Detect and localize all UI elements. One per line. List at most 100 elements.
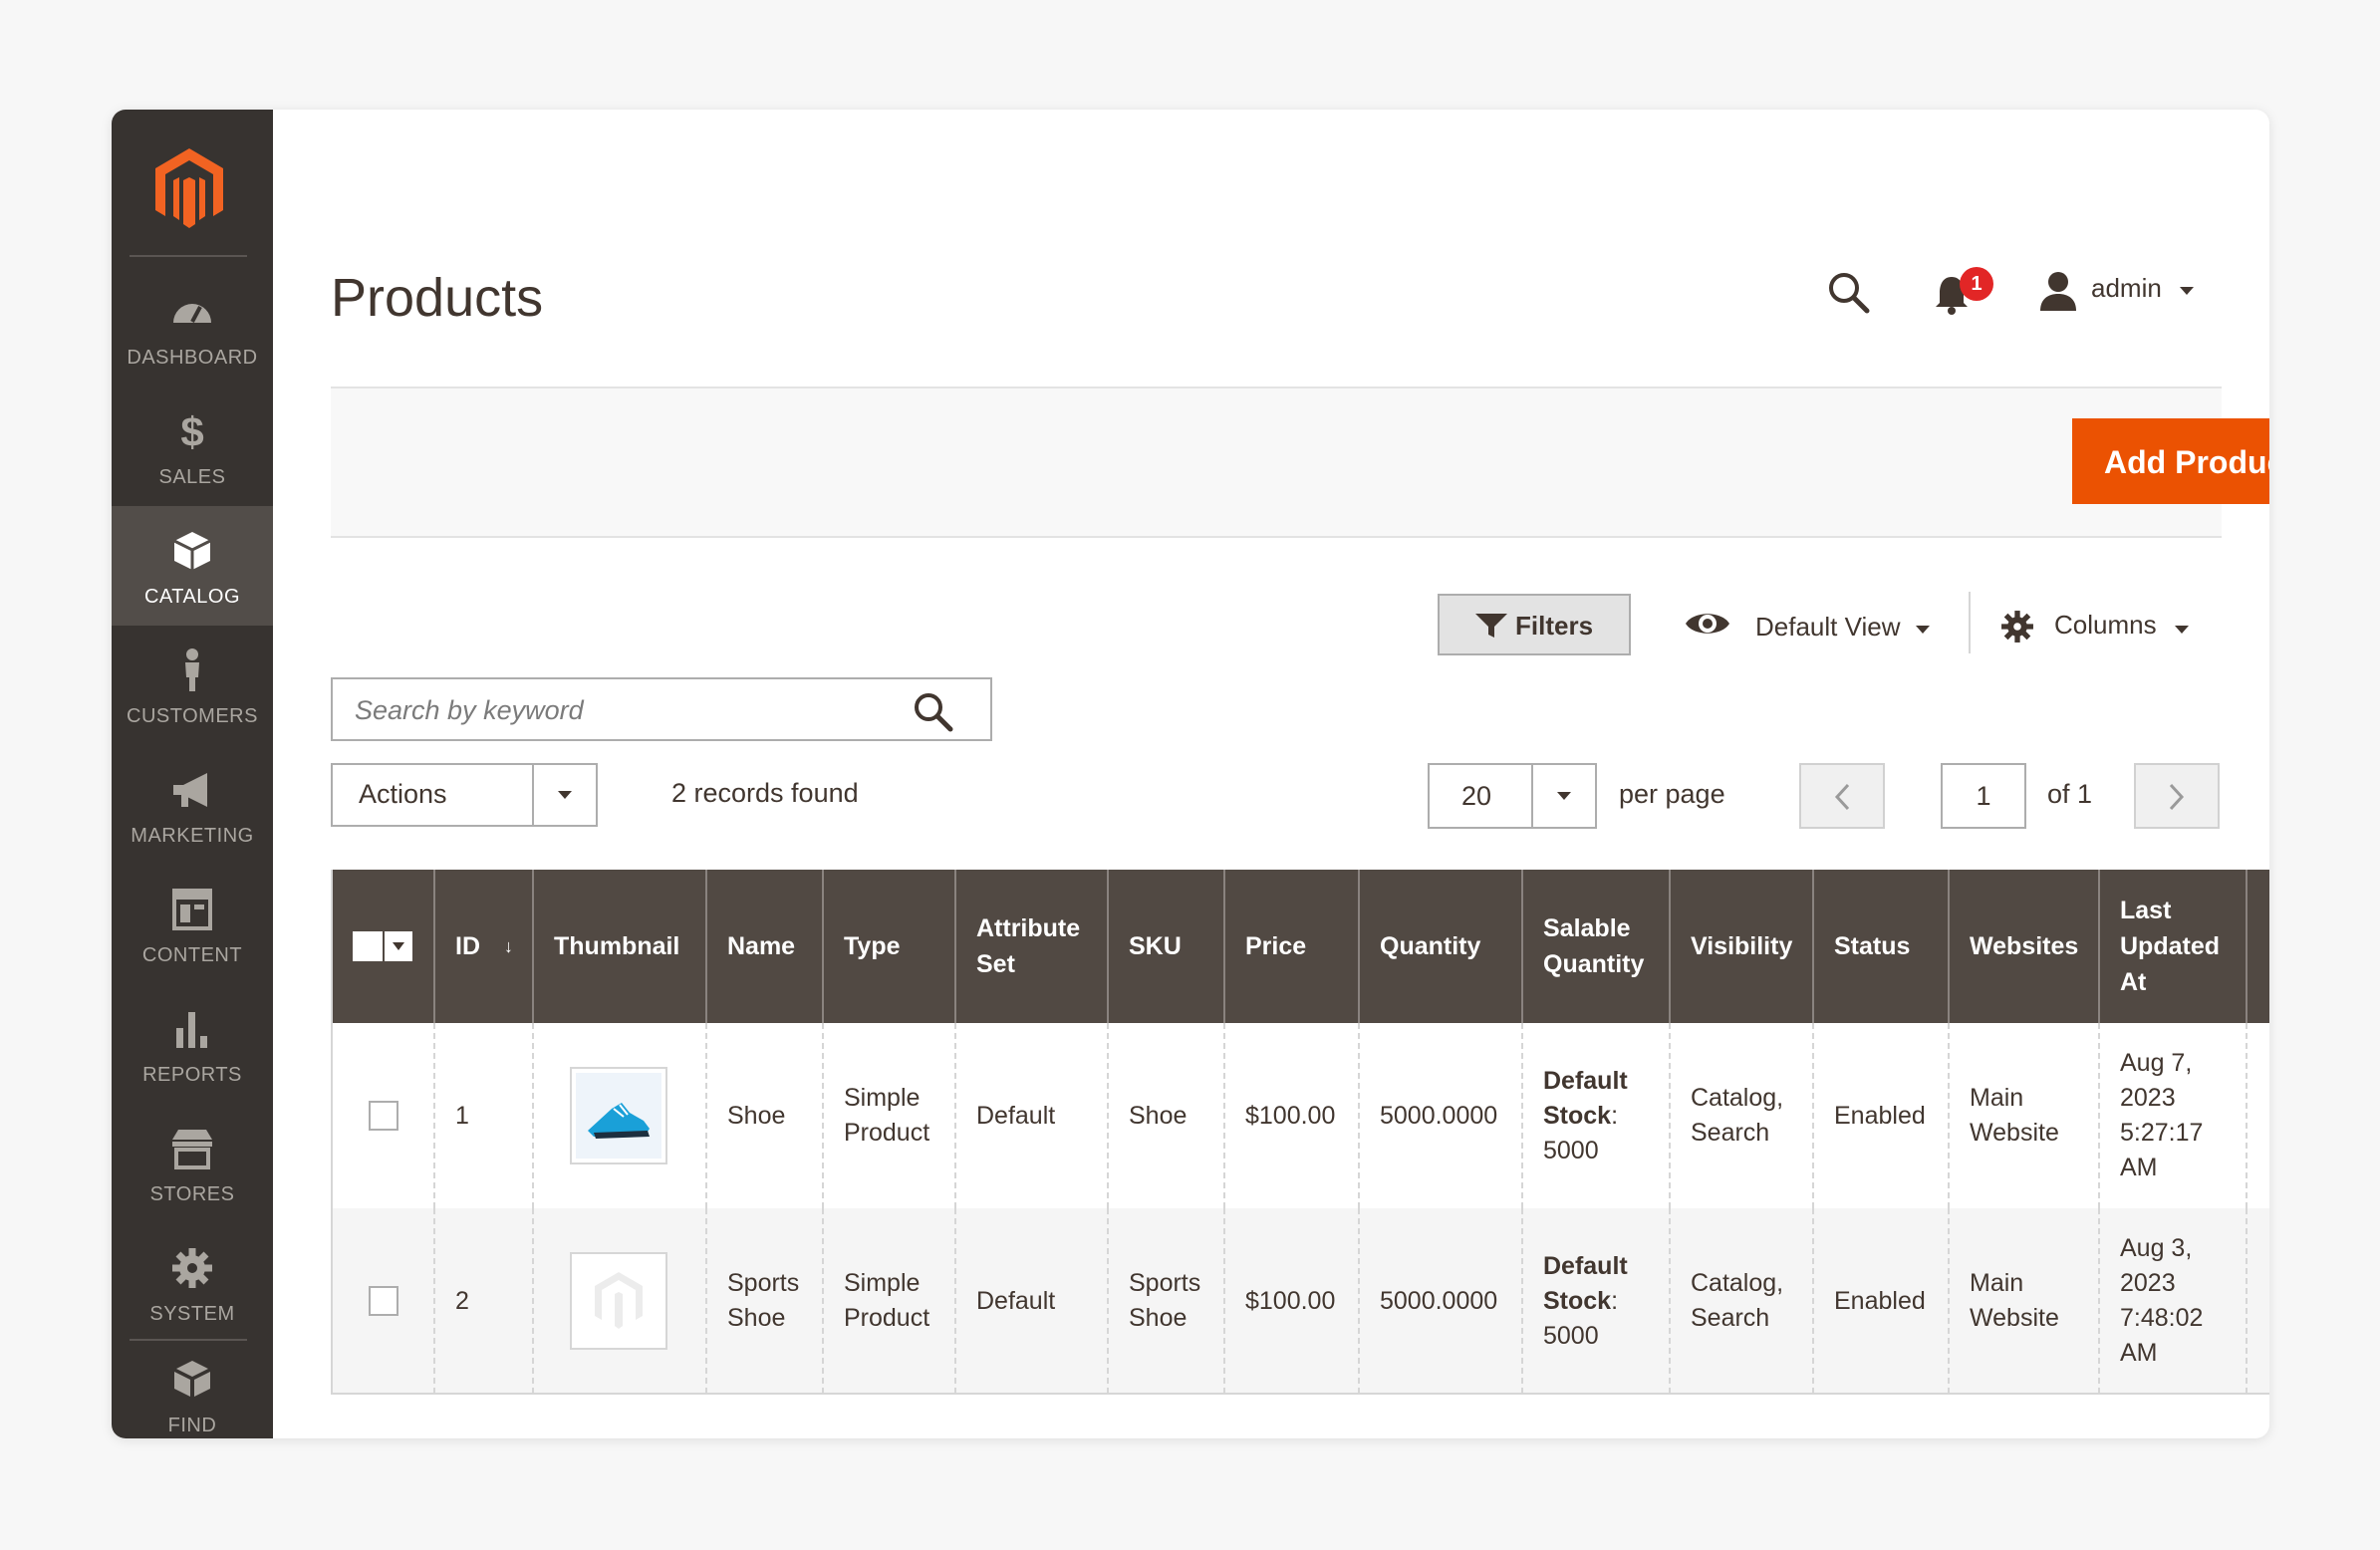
column-header-label: Status xyxy=(1834,932,1911,960)
add-product-button[interactable]: Add Product xyxy=(2072,418,2269,504)
column-header-label: Thumbnail xyxy=(554,932,680,960)
mass-select-box[interactable] xyxy=(353,931,383,961)
shoe-image-icon xyxy=(576,1073,661,1159)
user-avatar-icon[interactable] xyxy=(2036,269,2080,313)
row-checkbox[interactable] xyxy=(369,1286,398,1316)
column-header-label: Salable Quantity xyxy=(1543,914,1645,978)
sidebar-item-reports[interactable]: REPORTS xyxy=(112,984,273,1104)
row-checkbox[interactable] xyxy=(369,1101,398,1131)
previous-page-button[interactable] xyxy=(1799,763,1885,829)
product-thumbnail-placeholder[interactable] xyxy=(570,1252,667,1350)
column-header-last-updated[interactable]: Last Updated At xyxy=(2100,870,2248,1023)
salable-stock-label: Default Stock xyxy=(1543,1251,1628,1315)
column-header-salable-quantity[interactable]: Salable Quantity xyxy=(1523,870,1671,1023)
column-header-id[interactable]: ID ↓ xyxy=(435,870,534,1023)
global-search-icon[interactable] xyxy=(1823,267,1873,317)
chevron-right-icon xyxy=(2169,783,2185,811)
sidebar-item-label: MARKETING xyxy=(131,825,254,847)
sidebar-item-customers[interactable]: CUSTOMERS xyxy=(112,626,273,745)
per-page-toggle[interactable] xyxy=(1531,765,1595,827)
column-header-label: Type xyxy=(844,932,901,960)
mass-select-toggle[interactable] xyxy=(383,931,412,961)
columns-dropdown[interactable]: Columns xyxy=(2054,610,2157,641)
table-row[interactable]: 1 Shoe Simple Product Default Shoe $100.… xyxy=(333,1023,2269,1208)
current-page-input[interactable]: 1 xyxy=(1941,763,2026,829)
page-total: of 1 xyxy=(2047,779,2093,809)
cell-websites: Main Website xyxy=(1950,1208,2100,1393)
keyword-search xyxy=(331,677,992,741)
sidebar-item-find-partners[interactable]: FIND PARTNERS xyxy=(112,1345,273,1438)
cell-visibility: Catalog, Search xyxy=(1671,1023,1814,1208)
column-header-visibility[interactable]: Visibility xyxy=(1671,870,1814,1023)
mass-actions-dropdown[interactable]: Actions xyxy=(331,763,598,827)
next-page-button[interactable] xyxy=(2134,763,2220,829)
cube-icon xyxy=(173,532,211,570)
salable-stock-label: Default Stock xyxy=(1543,1066,1628,1130)
sidebar-item-label: FIND PARTNERS xyxy=(136,1415,247,1438)
product-thumbnail[interactable] xyxy=(570,1067,667,1164)
sidebar-item-label: CUSTOMERS xyxy=(127,705,258,727)
mass-select-checkbox[interactable] xyxy=(353,931,414,961)
page-title: Products xyxy=(331,268,544,328)
column-header-websites[interactable]: Websites xyxy=(1950,870,2100,1023)
records-found-count: 2 records found xyxy=(671,778,859,808)
sidebar-item-dashboard[interactable]: DASHBOARD xyxy=(112,267,273,387)
keyword-search-input[interactable] xyxy=(353,689,895,731)
column-header-status[interactable]: Status xyxy=(1814,870,1950,1023)
column-header-type[interactable]: Type xyxy=(824,870,956,1023)
column-header-price[interactable]: Price xyxy=(1225,870,1360,1023)
salable-stock-value: 5000 xyxy=(1543,1321,1599,1350)
admin-sidebar: DASHBOARD $ SALES CATALOG CUSTOMERS MARK… xyxy=(112,110,273,1438)
chevron-down-icon[interactable] xyxy=(1915,624,1931,636)
placeholder-logo-icon xyxy=(595,1272,643,1329)
column-header-thumbnail[interactable]: Thumbnail xyxy=(534,870,707,1023)
sidebar-item-marketing[interactable]: MARKETING xyxy=(112,745,273,865)
cell-name: Sports Shoe xyxy=(707,1208,824,1393)
magento-logo-icon[interactable] xyxy=(149,144,229,232)
column-header-sku[interactable]: SKU xyxy=(1109,870,1225,1023)
chevron-down-icon[interactable] xyxy=(2174,624,2190,636)
sidebar-item-sales[interactable]: $ SALES xyxy=(112,387,273,506)
cell-type: Simple Product xyxy=(824,1023,956,1208)
eye-icon[interactable] xyxy=(1684,608,1731,640)
column-header-select[interactable] xyxy=(333,870,435,1023)
cell-last-updated: Aug 7, 2023 5:27:17 AM xyxy=(2100,1023,2248,1208)
column-header-quantity[interactable]: Quantity xyxy=(1360,870,1523,1023)
sidebar-item-catalog[interactable]: CATALOG xyxy=(112,506,273,626)
cell-websites: Main Website xyxy=(1950,1023,2100,1208)
cell-type: Simple Product xyxy=(824,1208,956,1393)
sidebar-divider xyxy=(130,255,247,257)
chevron-left-icon xyxy=(1834,783,1850,811)
sidebar-item-system[interactable]: SYSTEM xyxy=(112,1223,273,1343)
mass-actions-label: Actions xyxy=(359,779,447,809)
column-header-label: Last Updated At xyxy=(2120,897,2220,996)
column-header-label: Quantity xyxy=(1380,932,1481,960)
mass-actions-toggle[interactable] xyxy=(532,765,596,825)
account-username[interactable]: admin xyxy=(2091,273,2162,304)
cell-salable-quantity: Default Stock: 5000 xyxy=(1523,1023,1671,1208)
column-header-label: ID xyxy=(455,932,480,960)
sidebar-item-content[interactable]: CONTENT xyxy=(112,865,273,984)
cell-name: Shoe xyxy=(707,1023,824,1208)
sidebar-item-label: REPORTS xyxy=(142,1064,242,1086)
sidebar-item-stores[interactable]: STORES xyxy=(112,1104,273,1223)
sidebar-divider xyxy=(130,1339,247,1341)
salable-quantity-block: Default Stock: 5000 xyxy=(1543,1251,1628,1350)
filters-button[interactable]: Filters xyxy=(1438,594,1631,655)
table-row[interactable]: 2 Sports Shoe Simple Product Default Spo… xyxy=(333,1208,2269,1393)
search-icon[interactable] xyxy=(911,689,954,733)
storefront-icon xyxy=(172,1130,212,1169)
gear-icon[interactable] xyxy=(1998,608,2036,646)
gear-icon xyxy=(172,1248,212,1288)
cell-id: 2 xyxy=(435,1208,534,1393)
column-header-attribute-set[interactable]: Attribute Set xyxy=(956,870,1109,1023)
filters-label: Filters xyxy=(1515,611,1594,641)
person-icon xyxy=(185,648,199,691)
sidebar-item-label: SYSTEM xyxy=(149,1303,235,1325)
column-header-name[interactable]: Name xyxy=(707,870,824,1023)
per-page-select[interactable]: 20 xyxy=(1428,763,1597,829)
chevron-down-icon[interactable] xyxy=(2178,285,2196,297)
default-view-dropdown[interactable]: Default View xyxy=(1755,612,1901,643)
cell-last-updated: Aug 3, 2023 7:48:02 AM xyxy=(2100,1208,2248,1393)
dashboard-gauge-icon xyxy=(173,304,211,323)
